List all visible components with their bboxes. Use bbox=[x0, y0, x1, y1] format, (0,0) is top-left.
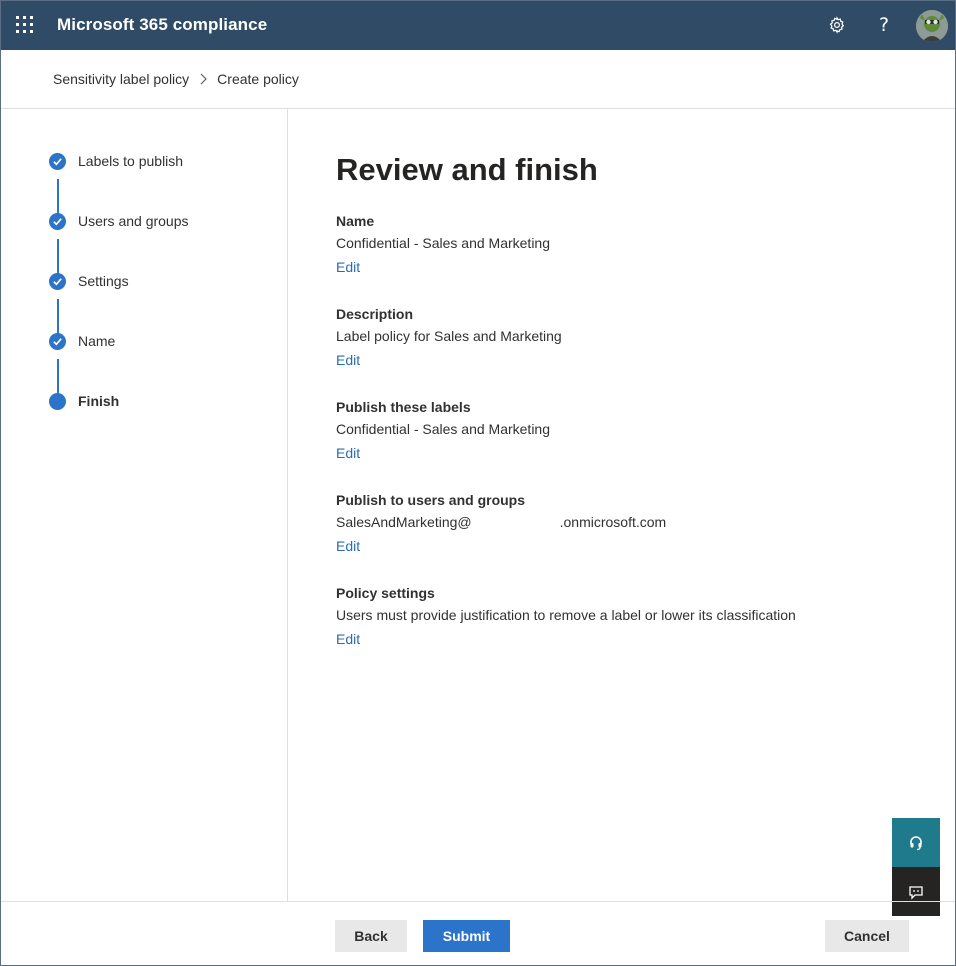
redacted-region bbox=[471, 516, 560, 531]
section-description: Description Label policy for Sales and M… bbox=[336, 304, 936, 372]
avatar[interactable] bbox=[916, 10, 948, 42]
check-icon bbox=[49, 332, 66, 350]
section-title: Name bbox=[336, 213, 375, 229]
edit-labels-link[interactable]: Edit bbox=[336, 441, 360, 465]
edit-name-link[interactable]: Edit bbox=[336, 255, 360, 279]
support-headset-icon[interactable] bbox=[892, 818, 940, 867]
step-label: Settings bbox=[78, 273, 129, 289]
check-icon bbox=[49, 272, 66, 290]
step-finish: Finish bbox=[49, 391, 119, 411]
top-bar: Microsoft 365 compliance ? bbox=[1, 1, 955, 50]
step-labels-to-publish[interactable]: Labels to publish bbox=[49, 151, 183, 171]
edit-description-link[interactable]: Edit bbox=[336, 348, 360, 372]
submit-button[interactable]: Submit bbox=[423, 920, 510, 952]
app-launcher-icon[interactable] bbox=[15, 15, 35, 35]
app-window: Microsoft 365 compliance ? Sensitivity l… bbox=[0, 0, 956, 966]
current-step-dot-icon bbox=[49, 392, 66, 410]
wizard-steps: Labels to publish Users and groups Setti… bbox=[1, 109, 288, 902]
section-title: Policy settings bbox=[336, 585, 435, 601]
section-title: Description bbox=[336, 306, 414, 322]
section-title: Publish these labels bbox=[336, 399, 471, 415]
feedback-chat-icon[interactable] bbox=[892, 867, 940, 916]
section-title: Publish to users and groups bbox=[336, 492, 526, 508]
breadcrumb-item-sensitivity-label-policy[interactable]: Sensitivity label policy bbox=[53, 71, 189, 87]
section-value: Label policy for Sales and Marketing bbox=[336, 328, 562, 344]
section-value: SalesAndMarketing@ .onmicrosoft.com bbox=[336, 510, 936, 534]
edit-policy-settings-link[interactable]: Edit bbox=[336, 627, 360, 651]
check-icon bbox=[49, 212, 66, 230]
section-value: Confidential - Sales and Marketing bbox=[336, 421, 551, 437]
cancel-button[interactable]: Cancel bbox=[825, 920, 909, 952]
help-icon[interactable]: ? bbox=[871, 12, 897, 38]
email-suffix: .onmicrosoft.com bbox=[559, 514, 667, 530]
section-value: Confidential - Sales and Marketing bbox=[336, 235, 551, 251]
step-label: Labels to publish bbox=[78, 153, 184, 169]
section-value: Users must provide justification to remo… bbox=[336, 607, 796, 623]
edit-users-groups-link[interactable]: Edit bbox=[336, 534, 360, 558]
section-name: Name Confidential - Sales and Marketing … bbox=[336, 211, 936, 279]
section-publish-labels: Publish these labels Confidential - Sale… bbox=[336, 397, 936, 465]
chevron-right-icon bbox=[199, 73, 208, 85]
section-users-groups: Publish to users and groups SalesAndMark… bbox=[336, 490, 936, 558]
step-label: Name bbox=[78, 333, 116, 349]
section-policy-settings: Policy settings Users must provide justi… bbox=[336, 583, 936, 651]
step-settings[interactable]: Settings bbox=[49, 271, 129, 291]
step-label: Finish bbox=[78, 393, 120, 409]
step-users-and-groups[interactable]: Users and groups bbox=[49, 211, 189, 231]
step-label: Users and groups bbox=[78, 213, 189, 229]
gear-icon[interactable] bbox=[824, 12, 850, 38]
page-title: Review and finish bbox=[336, 152, 598, 187]
back-button[interactable]: Back bbox=[335, 920, 407, 952]
app-title: Microsoft 365 compliance bbox=[57, 15, 268, 34]
email-prefix: SalesAndMarketing@ bbox=[336, 514, 472, 530]
breadcrumb-item-create-policy: Create policy bbox=[217, 71, 299, 87]
check-icon bbox=[49, 152, 66, 170]
breadcrumb: Sensitivity label policy Create policy bbox=[53, 71, 299, 87]
footer-divider bbox=[1, 901, 955, 902]
step-name[interactable]: Name bbox=[49, 331, 115, 351]
